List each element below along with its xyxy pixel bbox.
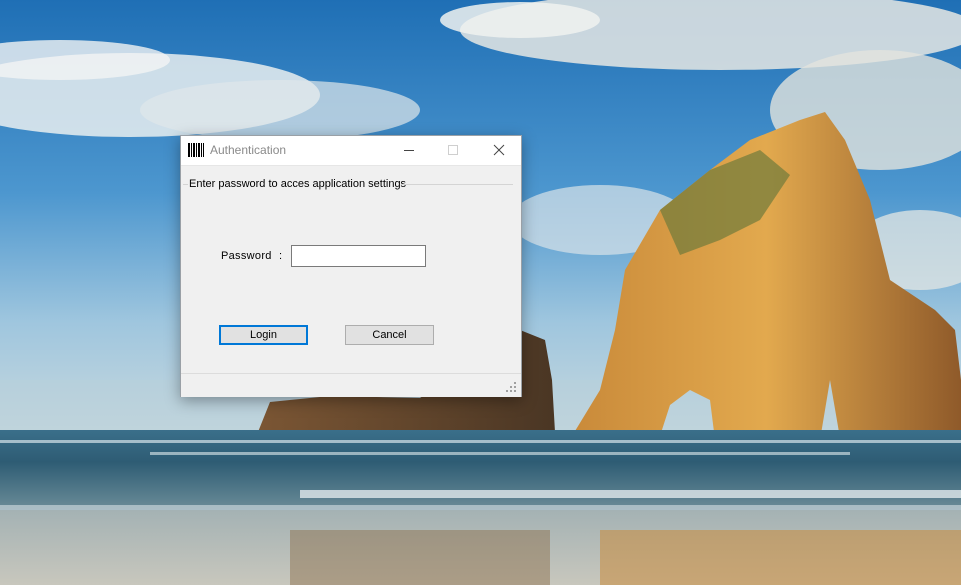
- maximize-icon: [448, 145, 458, 155]
- barcode-icon: [188, 143, 204, 157]
- password-label: Password: [221, 250, 272, 262]
- groupbox-border: [401, 184, 513, 185]
- minimize-button[interactable]: [387, 136, 431, 165]
- cancel-button[interactable]: Cancel: [345, 325, 434, 345]
- login-button[interactable]: Login: [219, 325, 308, 345]
- groupbox-border-left: [183, 184, 188, 185]
- minimize-icon: [404, 150, 414, 151]
- desktop-wallpaper: Authentication Enter password to acces a…: [0, 0, 961, 585]
- close-button[interactable]: [477, 136, 521, 165]
- password-colon: :: [279, 250, 283, 262]
- password-input[interactable]: [291, 245, 426, 267]
- status-bar: [181, 373, 521, 397]
- title-bar[interactable]: Authentication: [181, 136, 521, 166]
- groupbox-label: Enter password to acces application sett…: [189, 178, 407, 190]
- maximize-button[interactable]: [431, 136, 475, 165]
- authentication-dialog: Authentication Enter password to acces a…: [180, 135, 522, 397]
- window-title: Authentication: [210, 143, 287, 157]
- close-icon: [493, 144, 505, 156]
- resize-grip-icon[interactable]: [506, 382, 517, 393]
